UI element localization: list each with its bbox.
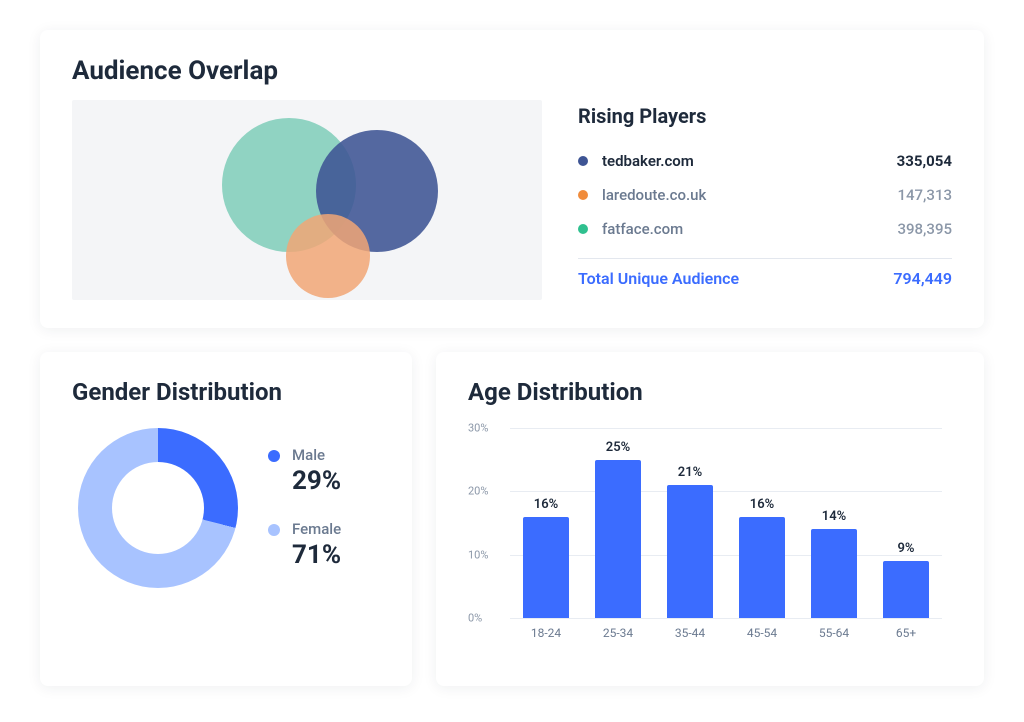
rising-players-panel: Rising Players tedbaker.com335,054laredo… <box>578 100 952 300</box>
overlap-body: Rising Players tedbaker.com335,054laredo… <box>72 100 952 300</box>
legend-text: Male 29% <box>292 446 341 496</box>
bar-value-label: 25% <box>606 440 630 455</box>
x-tick-label: 65+ <box>876 626 936 640</box>
legend-label: Male <box>292 446 341 464</box>
bars-container: 16% 25% 21% 16% 14% 9% <box>510 428 942 618</box>
players-list: tedbaker.com335,054laredoute.co.uk147,31… <box>578 144 952 246</box>
bar <box>667 485 713 618</box>
legend-text: Female 71% <box>292 520 341 570</box>
player-value: 147,313 <box>897 186 952 204</box>
x-tick-label: 35-44 <box>660 626 720 640</box>
x-tick-label: 45-54 <box>732 626 792 640</box>
player-dot-icon <box>578 190 588 200</box>
gender-donut-chart <box>78 428 238 588</box>
gender-legend: Male 29% Female 71% <box>268 446 341 570</box>
bar <box>739 517 785 618</box>
gender-card: Gender Distribution Male 29% Female 71% <box>40 352 412 686</box>
player-dot-icon <box>578 156 588 166</box>
player-name: fatface.com <box>602 220 897 238</box>
bar-value-label: 16% <box>750 497 774 512</box>
bar-column: 9% <box>876 541 936 618</box>
age-bar-chart: 0%10%20%30% 16%25%21%16%14%9% 18-2425-34… <box>468 428 952 658</box>
bar-value-label: 9% <box>897 541 914 556</box>
legend-item: Female 71% <box>268 520 341 570</box>
total-label: Total Unique Audience <box>578 269 739 288</box>
rising-players-title: Rising Players <box>578 104 952 128</box>
player-value: 398,395 <box>897 220 952 238</box>
bar-column: 21% <box>660 465 720 618</box>
bar-value-label: 16% <box>534 497 558 512</box>
total-row: Total Unique Audience 794,449 <box>578 269 952 288</box>
legend-label: Female <box>292 520 341 538</box>
bar-value-label: 14% <box>822 509 846 524</box>
player-value: 335,054 <box>897 152 952 170</box>
legend-item: Male 29% <box>268 446 341 496</box>
overlap-title: Audience Overlap <box>72 56 952 86</box>
donut-hole <box>112 462 204 554</box>
bar <box>811 529 857 618</box>
venn-circle-laredoute <box>286 214 370 298</box>
legend-value: 29% <box>292 466 341 496</box>
x-tick-label: 25-34 <box>588 626 648 640</box>
gender-chart-wrap: Male 29% Female 71% <box>72 428 380 588</box>
x-axis-labels: 18-24 25-34 35-44 45-54 55-64 65+ <box>510 626 942 640</box>
player-name: laredoute.co.uk <box>602 186 897 204</box>
player-row: laredoute.co.uk147,313 <box>578 178 952 212</box>
venn-diagram <box>72 100 542 300</box>
x-tick-label: 55-64 <box>804 626 864 640</box>
legend-dot-icon <box>268 450 280 462</box>
bar-column: 16% <box>516 497 576 618</box>
player-row: fatface.com398,395 <box>578 212 952 246</box>
grid-line <box>510 618 942 619</box>
divider <box>578 258 952 259</box>
bar-column: 16% <box>732 497 792 618</box>
age-card: Age Distribution 0%10%20%30% 16%25%21%16… <box>436 352 984 686</box>
bar-column: 14% <box>804 509 864 618</box>
gender-title: Gender Distribution <box>72 378 380 406</box>
legend-value: 71% <box>292 540 341 570</box>
age-title: Age Distribution <box>468 378 952 406</box>
bar <box>883 561 929 618</box>
player-dot-icon <box>578 224 588 234</box>
player-name: tedbaker.com <box>602 152 897 170</box>
bar <box>523 517 569 618</box>
legend-dot-icon <box>268 524 280 536</box>
y-tick-label: 20% <box>468 485 488 498</box>
y-tick-label: 0% <box>468 612 482 625</box>
x-tick-label: 18-24 <box>516 626 576 640</box>
bar-value-label: 21% <box>678 465 702 480</box>
bar <box>595 460 641 618</box>
bar-column: 25% <box>588 440 648 618</box>
y-tick-label: 30% <box>468 422 488 435</box>
total-value: 794,449 <box>893 269 952 288</box>
audience-overlap-card: Audience Overlap Rising Players tedbaker… <box>40 30 984 328</box>
player-row: tedbaker.com335,054 <box>578 144 952 178</box>
bottom-row: Gender Distribution Male 29% Female 71% Age… <box>40 352 984 686</box>
y-tick-label: 10% <box>468 548 488 561</box>
